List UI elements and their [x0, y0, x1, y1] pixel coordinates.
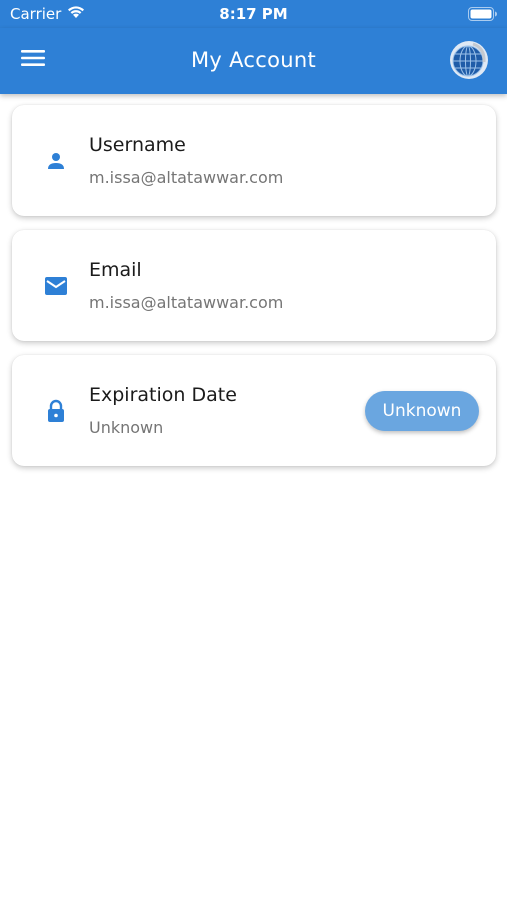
username-card: Username m.issa@altatawwar.com: [12, 105, 496, 216]
email-title: Email: [89, 259, 142, 281]
username-value: m.issa@altatawwar.com: [89, 168, 284, 187]
mail-icon: [44, 274, 68, 298]
email-value: m.issa@altatawwar.com: [89, 293, 284, 312]
email-card: Email m.issa@altatawwar.com: [12, 230, 496, 341]
lock-icon: [44, 399, 68, 423]
expiration-status-badge[interactable]: Unknown: [365, 391, 479, 431]
page-title: My Account: [190, 48, 316, 72]
status-time: 8:17 PM: [219, 5, 288, 23]
globe-avatar-icon: [450, 41, 488, 79]
expiration-value: Unknown: [89, 418, 164, 437]
status-bar: Carrier 8:17 PM: [0, 0, 507, 28]
avatar[interactable]: [449, 40, 489, 80]
username-title: Username: [89, 134, 186, 156]
expiration-card: Expiration Date Unknown Unknown: [12, 355, 496, 466]
app-bar: My Account: [0, 28, 507, 94]
battery-icon: [468, 7, 498, 25]
expiration-title: Expiration Date: [89, 384, 237, 406]
person-icon: [44, 149, 68, 173]
